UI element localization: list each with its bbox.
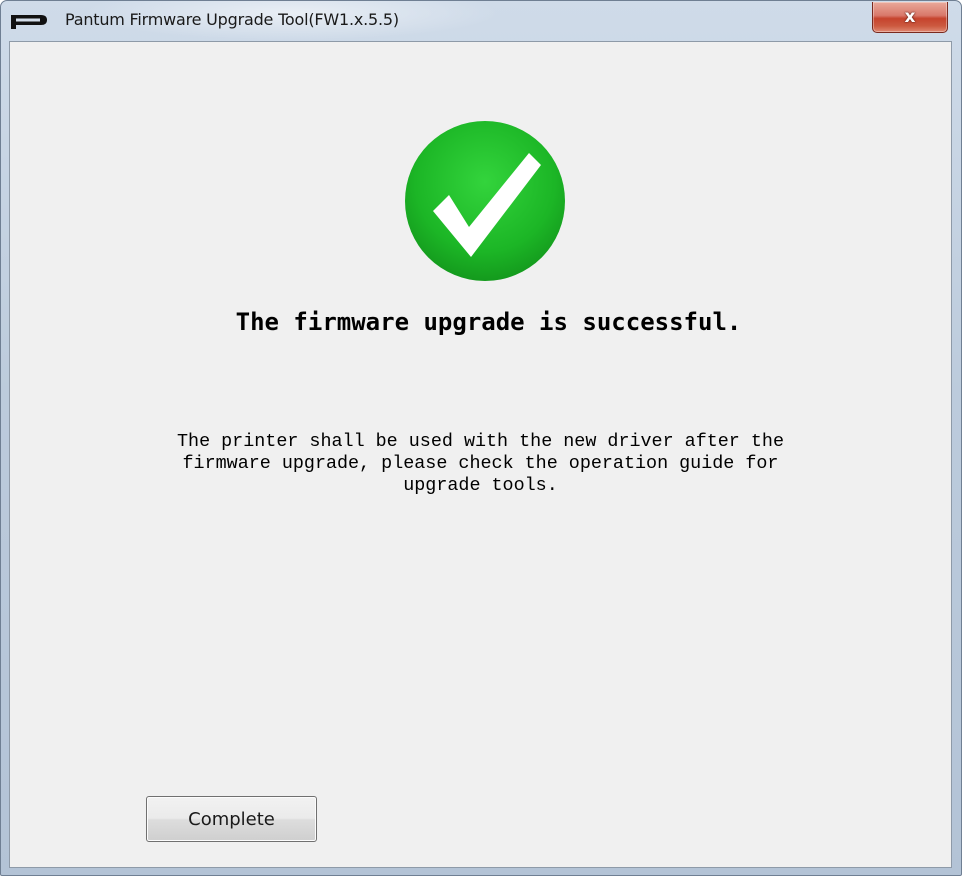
upgrade-tool-window: Pantum Firmware Upgrade Tool(FW1.x.5.5) … — [0, 0, 962, 876]
pantum-logo-icon — [11, 15, 47, 29]
success-headline: The firmware upgrade is successful. — [235, 308, 742, 336]
title-bar[interactable]: Pantum Firmware Upgrade Tool(FW1.x.5.5) … — [1, 1, 961, 41]
window-title: Pantum Firmware Upgrade Tool(FW1.x.5.5) — [65, 10, 399, 29]
instruction-message: The printer shall be used with the new d… — [30, 431, 931, 497]
checkmark-success-icon — [403, 119, 567, 283]
message-line: The printer shall be used with the new d… — [177, 431, 784, 452]
message-line: firmware upgrade, please check the opera… — [182, 453, 779, 474]
message-line: upgrade tools. — [403, 475, 558, 496]
complete-button[interactable]: Complete — [146, 796, 317, 842]
close-button[interactable]: x — [872, 2, 948, 33]
close-icon: x — [904, 7, 916, 27]
dialog-content: The firmware upgrade is successful. The … — [9, 41, 952, 868]
